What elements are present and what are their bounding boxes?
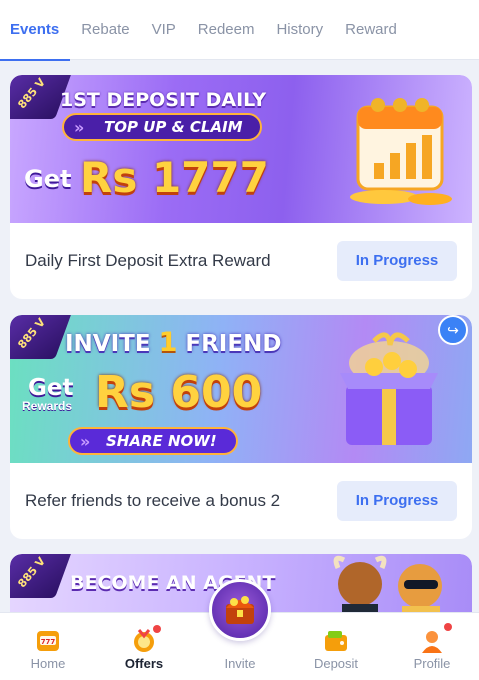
headline-pre: INVITE [65,331,159,357]
notification-dot [153,625,161,633]
headline-number: 1 [158,327,178,358]
gift-box-icon [340,332,438,445]
slot-machine-icon: 777 [37,631,59,651]
double-chevron-icon: » [74,118,85,137]
tab-vip[interactable]: VIP [141,0,187,60]
event-title: Refer friends to receive a bonus 2 [25,491,281,510]
share-now-pill[interactable]: » SHARE NOW! [68,427,238,455]
calendar-icon [350,98,452,205]
nav-profile[interactable]: Profile [384,613,479,680]
card-footer: Daily First Deposit Extra Reward In Prog… [10,223,472,299]
treasure-chest-icon [209,579,271,641]
top-up-claim-pill: » TOP UP & CLAIM [62,113,262,141]
user-icon [422,631,442,653]
double-chevron-icon: » [80,432,91,451]
nav-invite[interactable]: Invite [192,579,288,680]
banner-headline: INVITE 1 FRIEND [65,327,281,358]
tab-reward[interactable]: Reward [334,0,408,60]
get-label: Get [24,165,72,193]
invite-friend-banner[interactable]: 885 V INVITE 1 FRIEND Get Rewards Rs 600… [10,315,472,463]
tab-events[interactable]: Events [0,0,71,61]
event-title: Daily First Deposit Extra Reward [25,251,271,270]
headline-post: FRIEND [177,331,282,357]
nav-home[interactable]: 777 Home [0,613,96,680]
bottom-nav: 777 Home Offers Invite Deposit Profile [0,579,479,680]
in-progress-button[interactable]: In Progress [337,241,457,281]
reward-amount: Rs 1777 [80,153,269,202]
tab-history[interactable]: History [265,0,334,60]
pill-label: SHARE NOW! [106,432,217,450]
tab-redeem[interactable]: Redeem [187,0,266,60]
nav-deposit[interactable]: Deposit [288,613,384,680]
tab-bar: Events Rebate VIP Redeem History Reward [0,0,479,61]
nav-deposit-label: Deposit [313,656,359,671]
svg-text:777: 777 [41,638,56,646]
notification-dot [444,623,452,631]
rewards-label: Rewards [22,399,73,413]
pill-label: TOP UP & CLAIM [104,118,243,136]
nav-offers-label: Offers [124,656,164,671]
wallet-icon [325,631,347,651]
tab-rebate[interactable]: Rebate [70,0,140,60]
banner-headline: 1ST DEPOSIT DAILY [60,89,267,111]
nav-offers[interactable]: Offers [96,613,192,680]
nav-invite-label: Invite [224,656,256,671]
card-footer: Refer friends to receive a bonus 2 In Pr… [10,463,472,539]
event-card-first-deposit[interactable]: 885 V 1ST DEPOSIT DAILY » TOP UP & CLAIM… [10,75,472,299]
reward-amount: Rs 600 [95,367,263,418]
first-deposit-banner[interactable]: 885 V 1ST DEPOSIT DAILY » TOP UP & CLAIM… [10,75,472,223]
nav-profile-label: Profile [413,656,451,671]
in-progress-button[interactable]: In Progress [337,481,457,521]
get-label: Get [28,375,74,401]
share-icon[interactable]: ↪ [438,315,468,345]
nav-home-label: Home [30,656,66,671]
event-card-invite-friend[interactable]: 885 V INVITE 1 FRIEND Get Rewards Rs 600… [10,315,472,539]
